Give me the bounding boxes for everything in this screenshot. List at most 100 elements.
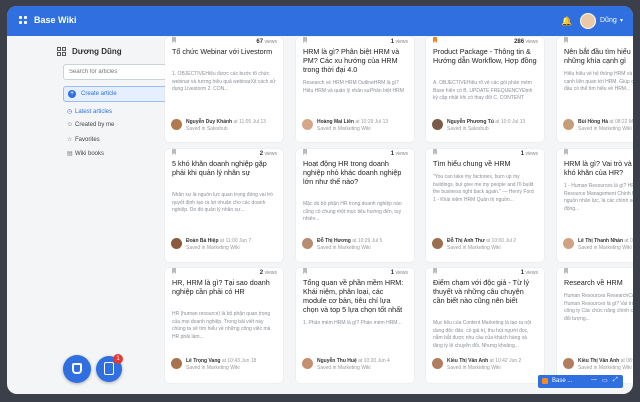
nav-wiki-books[interactable]: ▤ Wiki books bbox=[67, 150, 104, 157]
saved-location: Saved in Saleshub bbox=[447, 126, 489, 132]
article-card[interactable]: 2 views HR, HRM là gì? Tại sao doanh nghi… bbox=[165, 268, 283, 383]
article-card[interactable]: 1 views Tìm hiểu chung về HRM "You can tak… bbox=[426, 149, 544, 262]
author-line: Nguyễn Duy Khánh at 11:05 Jul 13 bbox=[186, 119, 266, 125]
author-line: Đỗ Thị Hương at 10:29 Jul 5 bbox=[317, 238, 383, 244]
nav-latest-articles[interactable]: ◷ Latest articles bbox=[67, 108, 112, 115]
minimize-icon[interactable]: — bbox=[591, 377, 597, 383]
article-card[interactable]: 1 views Tổng quan về phần mềm HRM: Khái n… bbox=[296, 268, 414, 383]
article-excerpt: "You can take my factories, burn up my b… bbox=[433, 174, 534, 203]
bookmark-icon[interactable] bbox=[564, 268, 568, 274]
article-title[interactable]: HR, HRM là gì? Tại sao doanh nghiệp cần … bbox=[172, 278, 276, 296]
author-avatar bbox=[432, 358, 443, 369]
view-count: 286 views bbox=[514, 39, 538, 45]
article-excerpt: Research về HRM HRM OutlineHRM là gì? Hi… bbox=[303, 80, 404, 94]
bookmark-icon[interactable] bbox=[564, 37, 568, 43]
article-title[interactable]: Tổ chức Webinar với Livestorm bbox=[172, 47, 276, 56]
workspace-icon bbox=[57, 47, 67, 57]
author-avatar bbox=[302, 238, 313, 249]
view-count: 1 views bbox=[520, 151, 538, 157]
clock-icon: ◷ bbox=[67, 109, 73, 115]
author-avatar bbox=[171, 358, 182, 369]
article-card[interactable]: 2 viewsHRM là gì? Vai trò và những khó k… bbox=[557, 149, 633, 262]
article-card[interactable]: 67 views Tổ chức Webinar với Livestorm 1. … bbox=[165, 37, 283, 142]
saved-location: Saved in Marketing Wiki bbox=[578, 126, 632, 132]
bookmark-icon[interactable] bbox=[433, 37, 437, 43]
plus-icon: + bbox=[68, 90, 76, 98]
base-app-icon bbox=[542, 378, 548, 384]
nav-label: Latest articles bbox=[75, 109, 113, 115]
author-avatar bbox=[171, 238, 182, 249]
article-title[interactable]: Tổng quan về phần mềm HRM: Khái niệm, ph… bbox=[303, 278, 407, 314]
article-title[interactable]: 5 khó khăn doanh nghiệp gặp phải khi quả… bbox=[172, 159, 276, 177]
restore-icon[interactable]: ▭ bbox=[602, 377, 608, 384]
article-excerpt: Hiểu hiểu về hệ thống HRM và những khía … bbox=[564, 71, 633, 92]
article-title[interactable]: Hoạt động HR trong doanh nghiệp nhỏ khác… bbox=[303, 159, 407, 186]
author-line: Kiều Thị Vân Anh at 08:12 May 28 bbox=[578, 358, 633, 364]
user-avatar[interactable] bbox=[580, 13, 596, 29]
saved-location: Saved in Marketing Wiki bbox=[186, 365, 240, 371]
article-card[interactable]: 1 viewsResearch về HRMHuman Resources Re… bbox=[557, 268, 633, 383]
bookmark-icon[interactable] bbox=[172, 37, 176, 43]
author-line: Lê Thị Thanh Nhàn at 08:12 Jun 20 bbox=[578, 238, 633, 244]
bookmark-icon[interactable] bbox=[303, 37, 307, 43]
author-line: Nguyễn Phương Tú at 10:0 Jul 13 bbox=[447, 119, 526, 125]
top-bar: Base Wiki 🔔 Dũng ▾ bbox=[7, 6, 633, 36]
search-input[interactable] bbox=[63, 64, 177, 80]
author-line: Hoàng Mai Liên at 10:29 Jul 13 bbox=[317, 119, 389, 125]
article-excerpt: Mục tiêu của Content Marketing là tạo ra… bbox=[433, 320, 532, 349]
author-line: Kiều Thị Vân Anh at 10:42 Jun 2 bbox=[447, 358, 522, 364]
minimized-window[interactable]: Base ... — ▭ ⤢ bbox=[538, 375, 623, 388]
bookmark-icon[interactable] bbox=[564, 149, 568, 155]
view-count: 1 views bbox=[390, 270, 408, 276]
article-title[interactable]: Tìm hiểu chung về HRM bbox=[433, 159, 537, 168]
author-line: Nguyễn Thu Huệ at 10:20 Jun 4 bbox=[317, 358, 390, 364]
nav-created-by-me[interactable]: ☺ Created by me bbox=[67, 122, 114, 128]
view-count: 2 views bbox=[259, 151, 277, 157]
user-name[interactable]: Dũng bbox=[600, 17, 617, 24]
bookmark-icon[interactable] bbox=[303, 268, 307, 274]
chat-button[interactable] bbox=[63, 355, 91, 383]
article-card[interactable]: 1 views Điểm chạm với độc giả - Từ lý thu… bbox=[426, 268, 544, 383]
article-title[interactable]: Product Package - Thông tin & Hướng dẫn … bbox=[433, 47, 537, 65]
nav-favorites[interactable]: ☆ Favorites bbox=[67, 136, 100, 143]
article-title[interactable]: HRM là gì? Phân biệt HRM và PM? Các xu h… bbox=[303, 47, 407, 74]
nav-label: Created by me bbox=[75, 122, 115, 128]
book-icon: ▤ bbox=[67, 151, 73, 157]
view-count: 2 views bbox=[259, 270, 277, 276]
article-card[interactable]: 1 views HRM là gì? Phân biệt HRM và PM? C… bbox=[296, 37, 414, 142]
app-window: Base Wiki 🔔 Dũng ▾ Dương Dũng ⌕ + Create… bbox=[7, 6, 633, 394]
create-article-button[interactable]: + Create article bbox=[63, 86, 177, 102]
saved-location: Saved in Marketing Wiki bbox=[578, 245, 632, 251]
view-count: 1 views bbox=[390, 151, 408, 157]
article-card[interactable]: 5 viewsNên bắt đầu tìm hiểu HRM ở những … bbox=[557, 37, 633, 142]
saved-location: Saved in Marketing Wiki bbox=[578, 365, 632, 371]
bookmark-icon[interactable] bbox=[433, 268, 437, 274]
chevron-down-icon[interactable]: ▾ bbox=[620, 17, 623, 24]
article-card[interactable]: 1 views Hoạt động HR trong doanh nghiệp n… bbox=[296, 149, 414, 262]
view-count: 1 views bbox=[390, 39, 408, 45]
apps-grid-icon[interactable] bbox=[19, 16, 28, 25]
view-count: 1 views bbox=[520, 270, 538, 276]
saved-location: Saved in Marketing Wiki bbox=[186, 245, 240, 251]
view-count: 67 views bbox=[256, 39, 277, 45]
bell-icon[interactable]: 🔔 bbox=[561, 16, 572, 27]
author-avatar bbox=[432, 119, 443, 130]
expand-icon[interactable]: ⤢ bbox=[613, 377, 618, 384]
article-card[interactable]: 286 views Product Package - Thông tin & H… bbox=[426, 37, 544, 142]
bookmark-icon[interactable] bbox=[172, 149, 176, 155]
article-card[interactable]: 2 views 5 khó khăn doanh nghiệp gặp phải … bbox=[165, 149, 283, 262]
article-title[interactable]: Research về HRM bbox=[564, 278, 633, 287]
saved-location: Saved in Marketing Wiki bbox=[447, 245, 501, 251]
article-title[interactable]: HRM là gì? Vai trò và những khó khăn của… bbox=[564, 159, 633, 177]
author-line: Bùi Hồng Hà at 08:22 May 20 bbox=[578, 119, 633, 125]
nav-label: Favorites bbox=[75, 137, 100, 143]
article-title[interactable]: Nên bắt đầu tìm hiểu HRM ở những khía cạ… bbox=[564, 47, 633, 65]
article-title[interactable]: Điểm chạm với độc giả - Từ lý thuyết và … bbox=[433, 278, 537, 305]
article-excerpt: 1. OBJECTIVEHiệu được các bước tổ chức w… bbox=[172, 71, 276, 92]
bookmark-icon[interactable] bbox=[172, 268, 176, 274]
author-avatar bbox=[302, 358, 313, 369]
bookmark-icon[interactable] bbox=[433, 149, 437, 155]
create-article-label: Create article bbox=[81, 91, 117, 97]
bookmark-icon[interactable] bbox=[303, 149, 307, 155]
article-excerpt: Human Resources ResearchCơ bản về HRM Hu… bbox=[564, 293, 633, 322]
